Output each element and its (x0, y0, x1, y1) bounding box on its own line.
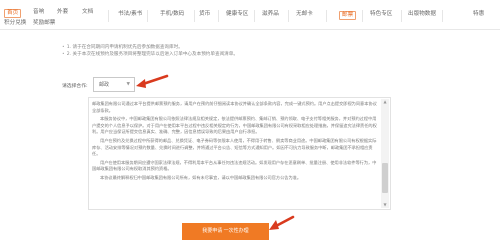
scroll-thumb[interactable] (382, 163, 388, 193)
agreement-content: 邮政集团有限公司通过本平台提供邮票预约服务，请用户在预约前仔细阅读本协议并确认全… (92, 101, 379, 184)
nav-item-no-postcard[interactable]: 无邮卡 (296, 11, 313, 18)
cooperation-select[interactable]: 邮政 ▼ (93, 77, 135, 92)
scroll-up-icon[interactable]: ▲ (382, 99, 388, 105)
agreement-textbox[interactable]: 邮政集团有限公司通过本平台提供邮票预约服务，请用户在预约前仔细阅读本协议并确认全… (88, 97, 391, 210)
agreement-paragraph: 本协议最终解释权归中国邮政集团有限公司所有，如有未尽事宜，请以中国邮政集团有限公… (100, 174, 302, 180)
agreement-scrollbar[interactable]: ▲ ▼ (381, 99, 389, 208)
scroll-down-icon[interactable]: ▼ (382, 202, 388, 208)
agreement-paragraph: 用户在预约及兑换过程中所获得的邮品、兑换凭证、电子券码等仅限本人使用，不得用于转… (92, 137, 377, 157)
select-value: 邮政 (99, 82, 110, 88)
nav-item-stamps[interactable]: 邮票 (339, 11, 357, 20)
note-line: • 1. 请于在合同期间内申请机制优先后参加数据查询库时。 (62, 45, 183, 50)
submit-button[interactable]: 我要申请 一次性办理 (182, 223, 269, 240)
agreement-paragraph: 用户在使用本服务期间应遵守国家法律法规，不得利用本平台从事任何违法违规活动。如发… (92, 159, 377, 172)
nav-item-audio[interactable]: 音响 (33, 9, 44, 16)
chevron-down-icon: ▼ (126, 82, 130, 87)
nav-item-nourish[interactable]: 滋养品 (262, 11, 279, 18)
instruction-notes: • 1. 请于在合同期间内申请机制优先后参加数据查询库时。 • 2. 关于本次在线预… (62, 44, 238, 58)
note-line: • 2. 关于本次在线预约及服务项目将整理完毕以后进入订单中心及本预约单查阅清单。 (62, 52, 238, 57)
nav-item-docs[interactable]: 文档 (82, 9, 93, 16)
pointer-arrow-icon (269, 215, 295, 230)
nav-item-home[interactable]: 首页 (4, 9, 22, 18)
cooperation-select-label: 请选择合作: (62, 84, 88, 89)
nav-item-phone-digital[interactable]: 手机/数码 (160, 11, 184, 18)
nav-item-reward-stamps[interactable]: 奖励邮票 (33, 20, 55, 27)
top-nav: 首页 音响 外套 文档 书法/素书 手机/数码 货币 健康专区 滋养品 无邮卡 … (0, 0, 500, 30)
nav-item-special-offers[interactable]: 特惠 (473, 11, 484, 18)
nav-item-health[interactable]: 健康专区 (226, 11, 248, 18)
nav-item-points-exchange[interactable]: 积分兑换 (4, 20, 26, 27)
nav-item-featured[interactable]: 特色专区 (370, 11, 392, 18)
agreement-paragraph: 邮政集团有限公司通过本平台提供邮票预约服务，请用户在预约前仔细阅读本协议并确认全… (92, 101, 377, 113)
nav-item-coat[interactable]: 外套 (57, 9, 68, 16)
nav-item-publications[interactable]: 出版物数据 (408, 11, 436, 18)
pointer-arrow-icon (136, 74, 169, 88)
agreement-paragraph: 本服务协议中，中国邮政集团有限公司依照法律法规及相关规定，依法提供邮票预约、集邮… (92, 116, 377, 135)
nav-item-calligraphy[interactable]: 书法/素书 (118, 11, 142, 18)
nav-item-currency[interactable]: 货币 (199, 11, 210, 18)
